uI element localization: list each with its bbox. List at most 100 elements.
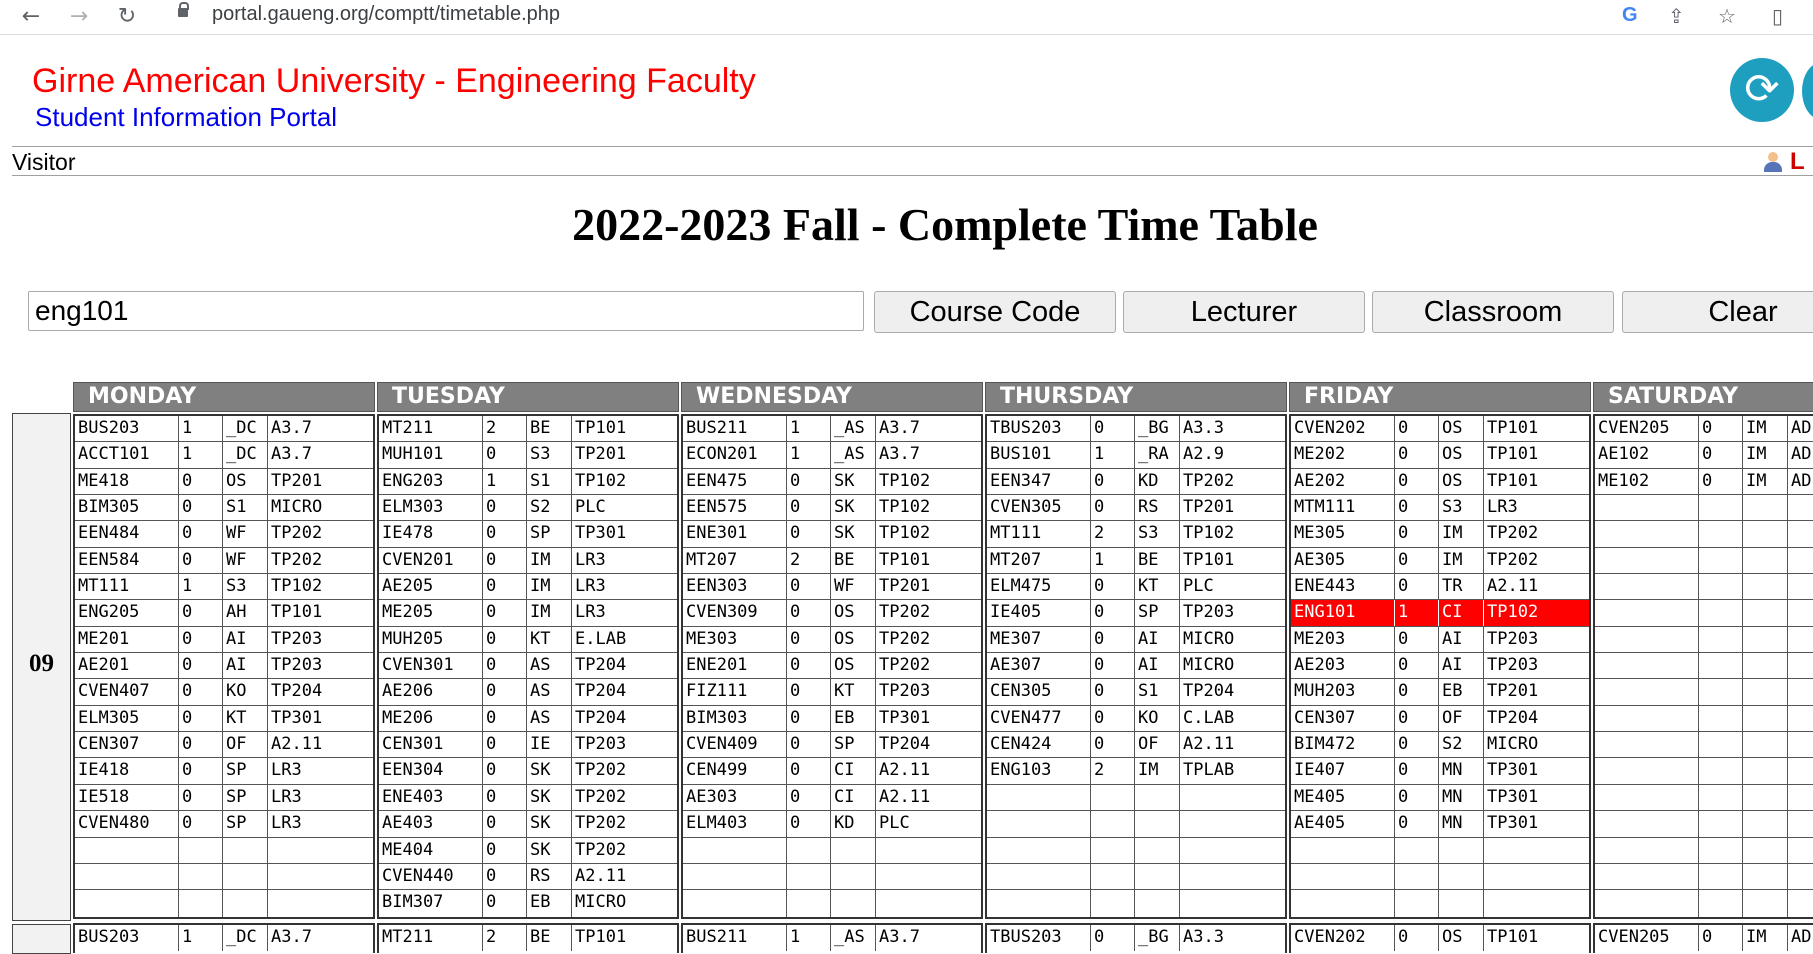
lecturer-cell: _RA [1135,442,1180,468]
section-cell: 1 [1091,547,1135,574]
logout-link[interactable]: L [1790,148,1805,176]
forward-arrow-icon[interactable]: → [66,4,92,30]
course-cell: IE478 [379,521,483,547]
lecturer-cell: AS [527,679,572,705]
course-cell: ACCT101 [75,442,179,468]
course-cell: CVEN202 [1291,925,1395,952]
lecturer-cell: RS [527,863,572,890]
lock-icon[interactable] [178,2,189,17]
refresh-icon[interactable]: ⟳ [1730,58,1794,122]
lecturer-cell: KT [223,705,268,732]
course-row: MT211 2 BE TP101 [379,925,677,952]
course-row: AE303 0 CI A2.11 [683,784,981,812]
course-row: ME305 0 IM TP202 [1291,521,1589,548]
lecturer-cell: AS [527,653,572,679]
clear-button[interactable]: Clear [1622,291,1813,333]
course-cell [1595,732,1699,758]
course-cell: ME205 [379,600,483,626]
lecturer-cell: AH [223,600,268,626]
room-cell: MICRO [1183,655,1235,676]
room-cell: LR3 [575,602,606,623]
course-cell: ECON201 [683,442,787,468]
lecturer-cell: _AS [831,925,876,952]
empty-row [1595,758,1813,785]
course-row: MUH205 0 KT E.LAB [379,626,677,654]
section-cell [1395,837,1439,863]
section-cell: 0 [483,521,527,547]
course-code-button[interactable]: Course Code [874,291,1116,333]
lecturer-cell: SP [223,811,268,837]
section-cell: 0 [1091,495,1135,521]
lecturer-cell [1135,811,1180,837]
room-cell [1788,679,1813,704]
reload-icon[interactable]: ↻ [114,4,140,30]
course-cell [683,863,787,890]
room-cell [1788,758,1813,783]
share-icon[interactable]: ⇪ [1668,4,1685,28]
section-cell [1699,758,1743,784]
section-cell: 2 [1091,521,1135,547]
lecturer-cell: S3 [1135,521,1180,547]
lecturer-cell: AS [527,705,572,732]
star-icon[interactable]: ☆ [1718,4,1736,28]
lecturer-cell [1743,705,1788,732]
room-cell [1788,521,1813,546]
lecturer-cell: OS [1439,925,1484,952]
room-cell: TP101 [1183,549,1235,570]
course-cell: MT111 [987,521,1091,547]
lecturer-cell: BE [527,416,572,442]
lecturer-button[interactable]: Lecturer [1123,291,1365,333]
room-cell: TP203 [271,628,323,649]
back-arrow-icon[interactable]: ← [18,4,44,30]
course-row: BUS203 1 _DC A3.7 [75,925,373,952]
course-cell: MT211 [379,416,483,442]
course-cell: AE201 [75,653,179,679]
course-row: ENE443 0 TR A2.11 [1291,574,1589,601]
section-cell: 0 [787,732,831,758]
room-cell: TP101 [1487,418,1539,438]
course-cell [1595,547,1699,574]
room-cell: A2.11 [1183,734,1235,755]
google-icon[interactable]: G [1622,4,1638,27]
course-row: ME1020IMAD1 [1595,468,1813,496]
section-cell: 0 [1091,925,1135,952]
section-cell: 0 [1395,653,1439,679]
section-cell: 1 [483,468,527,495]
portal-subtitle: Student Information Portal [35,102,338,132]
room-cell: TP301 [1487,813,1539,834]
room-cell: TP202 [879,655,931,676]
app-icon[interactable] [1802,62,1813,120]
course-row: CVEN477 0 KO C.LAB [987,705,1285,733]
sidepanel-icon[interactable]: ▯ [1772,4,1783,28]
classroom-button[interactable]: Classroom [1372,291,1614,333]
section-cell [1699,600,1743,626]
course-cell [1595,626,1699,653]
course-cell: AE203 [1291,653,1395,679]
course-cell [987,811,1091,837]
course-cell: IE518 [75,784,179,811]
section-cell: 0 [483,653,527,679]
room-cell: TP102 [575,470,627,491]
address-bar[interactable]: portal.gaueng.org/comptt/timetable.php [212,3,560,26]
section-cell [179,863,223,890]
room-cell: TP102 [271,576,323,597]
course-row: BUS203 1 _DC A3.7 [75,416,373,443]
lecturer-cell: IM [1743,468,1788,495]
search-input[interactable] [28,291,864,331]
lecturer-cell: OS [1439,468,1484,495]
course-cell [1595,653,1699,679]
lecturer-cell: IM [1743,442,1788,468]
course-row: EEN475 0 SK TP102 [683,468,981,496]
room-cell: TP202 [879,602,931,623]
lecturer-cell [223,890,268,917]
lecturer-cell: KT [1135,574,1180,600]
lecturer-cell: S3 [527,442,572,468]
section-cell: 0 [1091,416,1135,442]
section-cell: 0 [483,600,527,626]
next-hour-block: TBUS203 0 _BG A3.3 [985,923,1287,953]
room-cell: TP204 [1183,681,1235,702]
course-cell: BIM307 [379,890,483,917]
course-cell: BUS211 [683,925,787,952]
course-cell [987,837,1091,863]
course-cell: EEN304 [379,758,483,784]
